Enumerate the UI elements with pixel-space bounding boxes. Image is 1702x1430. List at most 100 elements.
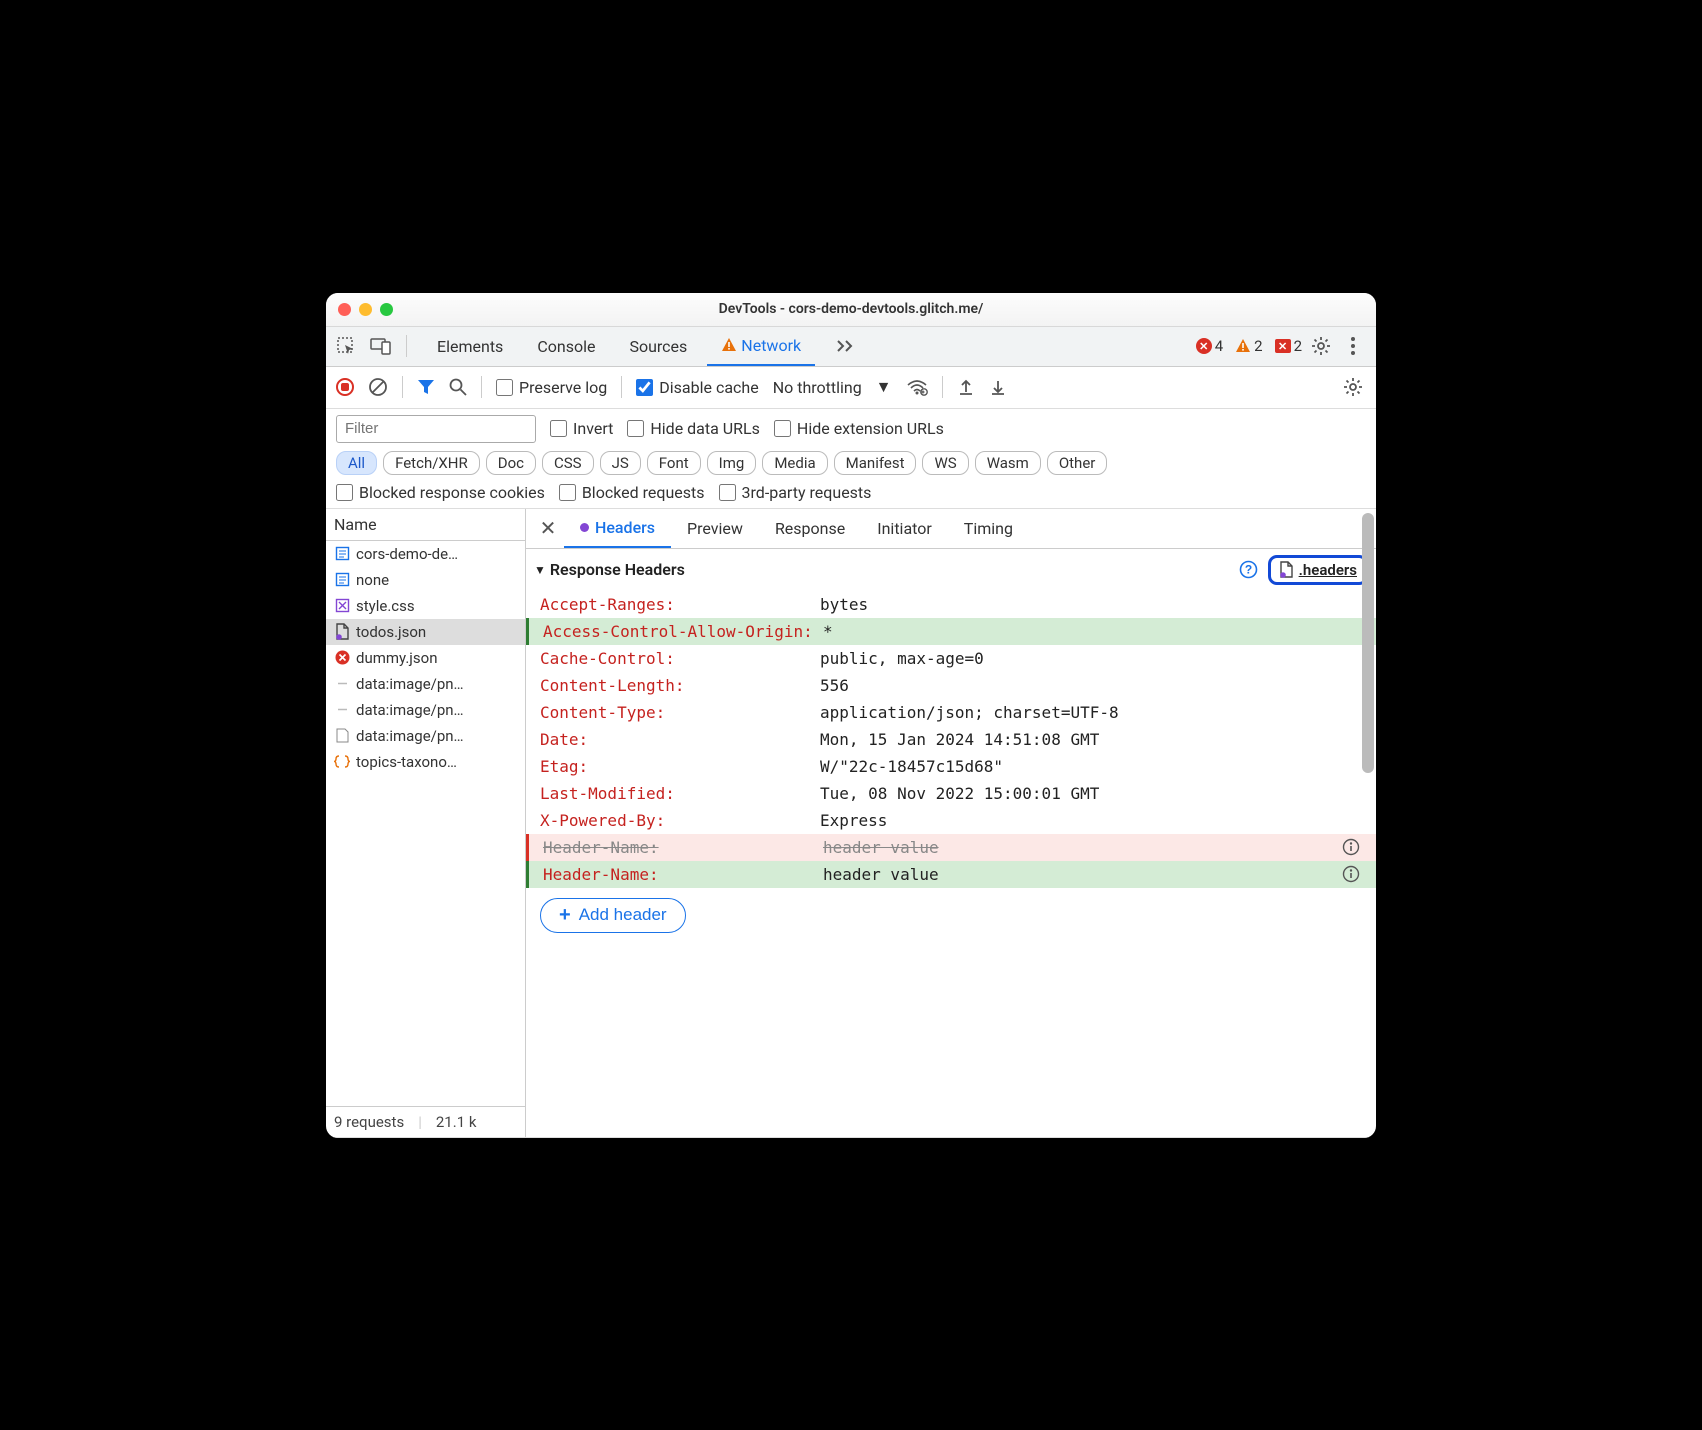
request-row[interactable]: none bbox=[326, 567, 525, 593]
header-value: header value bbox=[823, 838, 1342, 857]
type-filter-manifest[interactable]: Manifest bbox=[834, 451, 917, 475]
request-type-icon bbox=[334, 702, 350, 718]
search-button[interactable] bbox=[449, 378, 467, 396]
close-window-button[interactable] bbox=[338, 303, 351, 316]
blocked-count: 2 bbox=[1294, 337, 1302, 355]
header-value: W/"22c-18457c15d68" bbox=[820, 757, 1362, 776]
help-button[interactable]: ? bbox=[1239, 560, 1258, 579]
override-indicator-icon bbox=[580, 523, 589, 532]
inspect-icon[interactable] bbox=[336, 336, 356, 356]
request-type-icon bbox=[334, 754, 350, 770]
error-icon: ✕ bbox=[1196, 338, 1212, 354]
type-filter-ws[interactable]: WS bbox=[922, 451, 968, 475]
filter-input[interactable] bbox=[336, 415, 536, 443]
filter-toggle-button[interactable] bbox=[417, 378, 435, 396]
hide-extension-urls-checkbox[interactable]: Hide extension URLs bbox=[774, 419, 944, 438]
request-name: data:image/pn… bbox=[356, 675, 464, 693]
disable-cache-checkbox[interactable]: Disable cache bbox=[636, 378, 758, 397]
download-icon bbox=[989, 378, 1007, 396]
type-filter-doc[interactable]: Doc bbox=[486, 451, 536, 475]
request-count: 9 requests bbox=[334, 1113, 404, 1131]
request-row[interactable]: dummy.json bbox=[326, 645, 525, 671]
disable-cache-label: Disable cache bbox=[659, 378, 758, 397]
headers-override-link[interactable]: .headers bbox=[1268, 555, 1368, 585]
settings-button[interactable] bbox=[1308, 333, 1334, 359]
request-row[interactable]: topics-taxono… bbox=[326, 749, 525, 775]
network-conditions-button[interactable] bbox=[906, 378, 928, 396]
kebab-menu-button[interactable] bbox=[1340, 333, 1366, 359]
invert-checkbox[interactable]: Invert bbox=[550, 419, 613, 438]
add-header-button[interactable]: +Add header bbox=[540, 898, 686, 933]
detail-tab-initiator[interactable]: Initiator bbox=[861, 509, 948, 548]
throttling-select[interactable]: No throttling ▼ bbox=[773, 377, 892, 397]
header-value: 556 bbox=[820, 676, 1362, 695]
header-value: public, max-age=0 bbox=[820, 649, 1362, 668]
scrollbar-thumb[interactable] bbox=[1362, 513, 1374, 773]
detail-tab-timing[interactable]: Timing bbox=[948, 509, 1029, 548]
type-filter-img[interactable]: Img bbox=[707, 451, 757, 475]
request-type-icon bbox=[334, 650, 350, 666]
network-settings-button[interactable] bbox=[1340, 374, 1366, 400]
request-row[interactable]: data:image/pn… bbox=[326, 697, 525, 723]
header-row: Cache-Control:public, max-age=0 bbox=[526, 645, 1376, 672]
tab-elements[interactable]: Elements bbox=[423, 327, 517, 366]
request-name: topics-taxono… bbox=[356, 753, 457, 771]
minimize-window-button[interactable] bbox=[359, 303, 372, 316]
type-filter-fetch-xhr[interactable]: Fetch/XHR bbox=[383, 451, 480, 475]
warnings-badge[interactable]: 2 bbox=[1235, 337, 1262, 355]
type-filter-row: AllFetch/XHRDocCSSJSFontImgMedia Manifest… bbox=[336, 451, 1366, 475]
type-filter-other[interactable]: Other bbox=[1047, 451, 1108, 475]
maximize-window-button[interactable] bbox=[380, 303, 393, 316]
header-name: Accept-Ranges: bbox=[540, 595, 820, 614]
request-row[interactable]: style.css bbox=[326, 593, 525, 619]
preserve-log-checkbox[interactable]: Preserve log bbox=[496, 378, 607, 397]
tab-network[interactable]: Network bbox=[707, 327, 815, 366]
type-filter-font[interactable]: Font bbox=[647, 451, 701, 475]
detail-tab-headers[interactable]: Headers bbox=[564, 509, 671, 548]
request-row[interactable]: data:image/pn… bbox=[326, 671, 525, 697]
clear-button[interactable] bbox=[368, 377, 388, 397]
third-party-checkbox[interactable]: 3rd-party requests bbox=[719, 483, 872, 502]
detail-body: ▼ Response Headers ? .headers Accept-Ran… bbox=[526, 549, 1376, 1137]
info-button[interactable] bbox=[1342, 838, 1362, 856]
header-value: bytes bbox=[820, 595, 1362, 614]
upload-har-button[interactable] bbox=[957, 378, 975, 396]
blocked-cookies-checkbox[interactable]: Blocked response cookies bbox=[336, 483, 545, 502]
request-row[interactable]: data:image/pn… bbox=[326, 723, 525, 749]
more-tabs-button[interactable] bbox=[821, 327, 869, 366]
titlebar: DevTools - cors-demo-devtools.glitch.me/ bbox=[326, 293, 1376, 327]
record-button[interactable] bbox=[336, 378, 354, 396]
request-row[interactable]: cors-demo-de… bbox=[326, 541, 525, 567]
device-icon[interactable] bbox=[370, 337, 392, 355]
detail-tab-preview[interactable]: Preview bbox=[671, 509, 759, 548]
status-badges: ✕4 2 ✕2 bbox=[1196, 337, 1302, 355]
blocked-requests-checkbox[interactable]: Blocked requests bbox=[559, 483, 705, 502]
request-name: cors-demo-de… bbox=[356, 545, 458, 563]
close-details-button[interactable]: ✕ bbox=[532, 516, 564, 540]
detail-tabstrip: ✕ Headers Preview Response Initiator Tim… bbox=[526, 509, 1376, 549]
header-value: Mon, 15 Jan 2024 14:51:08 GMT bbox=[820, 730, 1362, 749]
request-type-icon bbox=[334, 572, 350, 588]
blocked-badge[interactable]: ✕2 bbox=[1275, 337, 1302, 355]
hide-data-urls-checkbox[interactable]: Hide data URLs bbox=[627, 419, 760, 438]
name-column-header[interactable]: Name bbox=[326, 509, 525, 541]
type-filter-wasm[interactable]: Wasm bbox=[975, 451, 1041, 475]
request-row[interactable]: todos.json bbox=[326, 619, 525, 645]
detail-tab-response[interactable]: Response bbox=[759, 509, 861, 548]
divider bbox=[406, 335, 407, 357]
tab-sources[interactable]: Sources bbox=[615, 327, 701, 366]
type-filter-all[interactable]: All bbox=[336, 451, 377, 475]
header-value: * bbox=[823, 622, 1362, 641]
tab-console[interactable]: Console bbox=[523, 327, 609, 366]
info-button[interactable] bbox=[1342, 865, 1362, 883]
help-icon: ? bbox=[1239, 560, 1258, 579]
type-filter-media[interactable]: Media bbox=[762, 451, 827, 475]
request-type-icon bbox=[334, 728, 350, 744]
errors-badge[interactable]: ✕4 bbox=[1196, 337, 1223, 355]
download-har-button[interactable] bbox=[989, 378, 1007, 396]
header-value: Tue, 08 Nov 2022 15:00:01 GMT bbox=[820, 784, 1362, 803]
header-name: Etag: bbox=[540, 757, 820, 776]
type-filter-css[interactable]: CSS bbox=[542, 451, 594, 475]
response-headers-section[interactable]: ▼ Response Headers ? .headers bbox=[526, 549, 1376, 591]
type-filter-js[interactable]: JS bbox=[600, 451, 641, 475]
